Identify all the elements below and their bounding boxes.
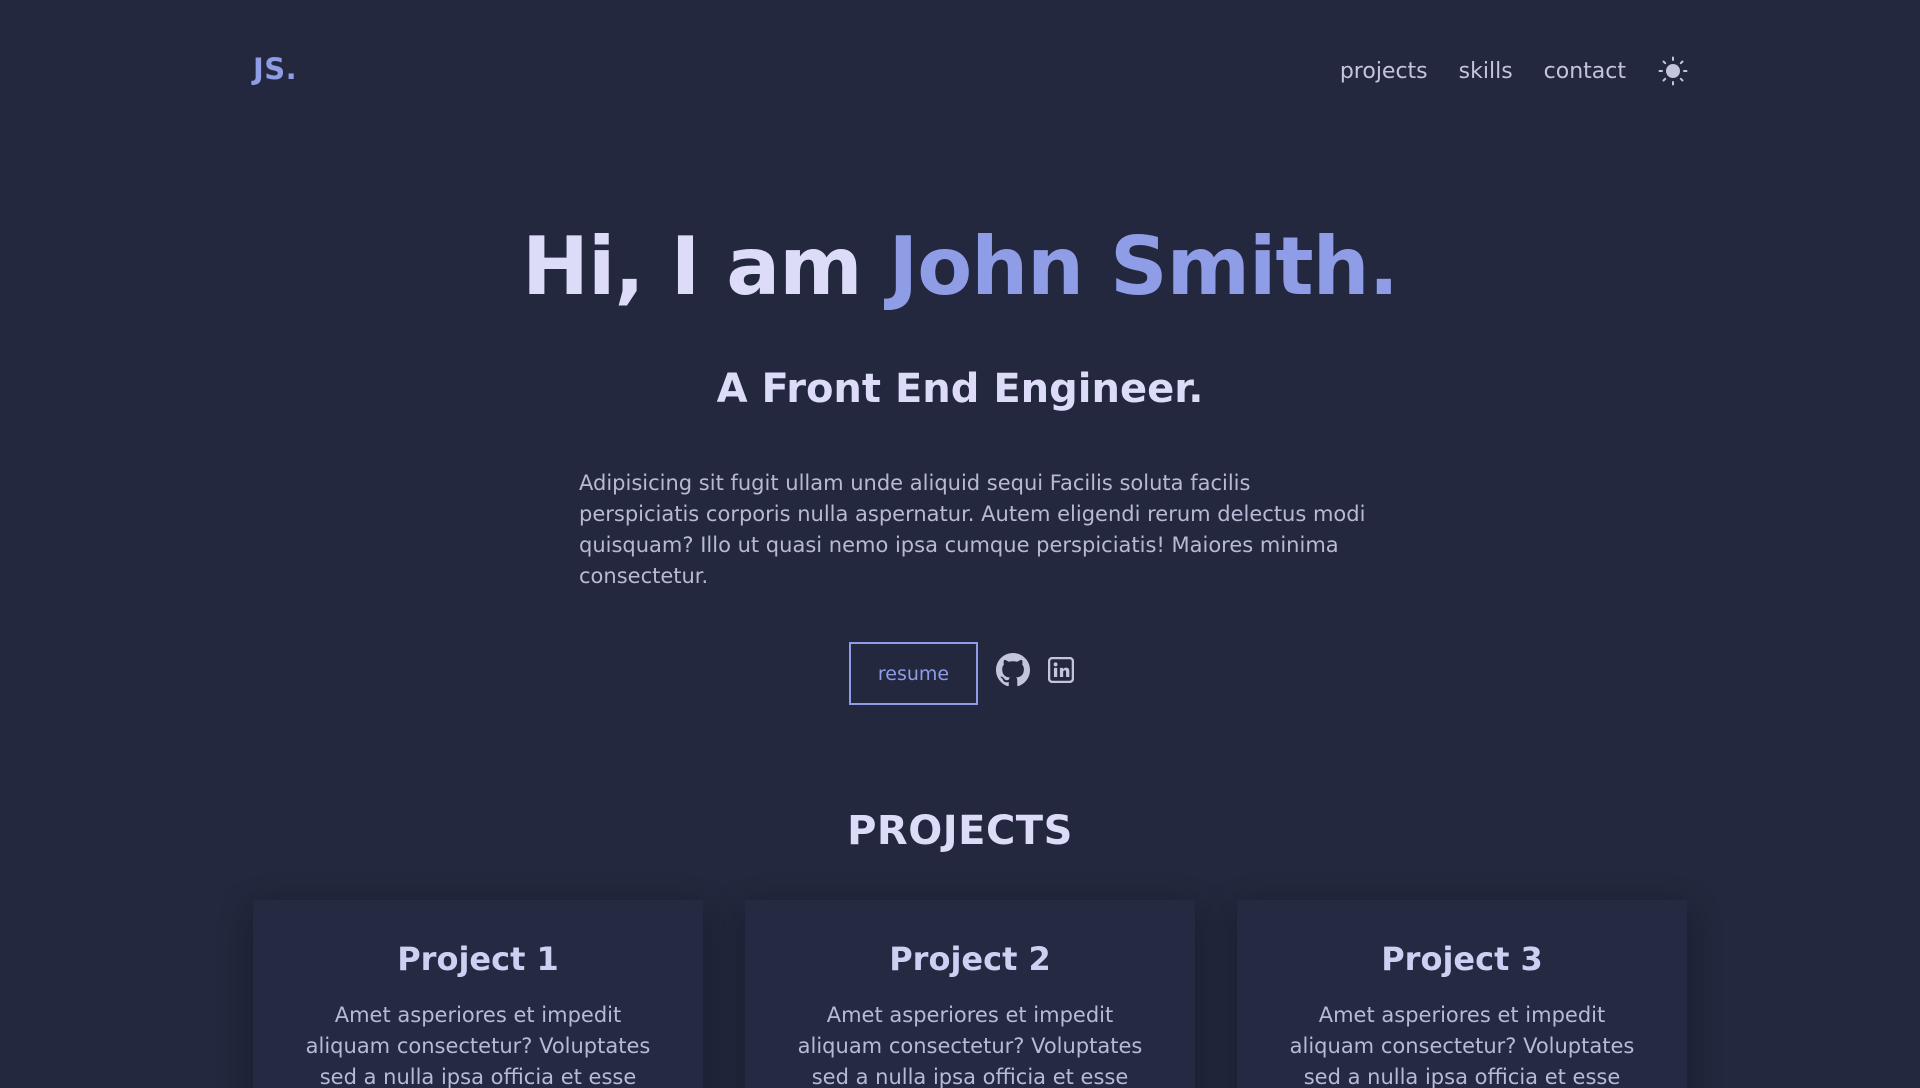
main-nav: projects skills contact — [1340, 56, 1688, 86]
project-title: Project 3 — [1381, 940, 1543, 978]
projects-heading: PROJECTS — [847, 808, 1073, 854]
hero-title: Hi, I am John Smith. — [0, 220, 1920, 313]
nav-link-projects[interactable]: projects — [1340, 59, 1428, 84]
project-card[interactable]: Project 1 Amet asperiores et impedit ali… — [253, 900, 703, 1088]
page: JS. projects skills contact Hi, I am Joh… — [0, 0, 1920, 1088]
project-description: Amet asperiores et impedit aliquam conse… — [305, 1003, 651, 1088]
project-description: Amet asperiores et impedit aliquam conse… — [1289, 1003, 1635, 1088]
nav-link-skills[interactable]: skills — [1459, 59, 1513, 84]
hero-subtitle: A Front End Engineer. — [716, 366, 1204, 412]
project-title: Project 2 — [889, 940, 1051, 978]
hero-actions: resume — [849, 642, 1078, 705]
project-title: Project 1 — [397, 940, 559, 978]
resume-button[interactable]: resume — [849, 642, 978, 705]
hero-description: Adipisicing sit fugit ullam unde aliquid… — [579, 471, 1366, 588]
linkedin-link[interactable] — [1044, 653, 1078, 687]
theme-toggle-button[interactable] — [1658, 56, 1688, 86]
sun-icon — [1658, 56, 1688, 86]
hero-name: John Smith. — [888, 220, 1398, 313]
project-card[interactable]: Project 3 Amet asperiores et impedit ali… — [1237, 900, 1687, 1088]
linkedin-icon — [1048, 656, 1074, 683]
project-description: Amet asperiores et impedit aliquam conse… — [797, 1003, 1143, 1088]
site-logo[interactable]: JS. — [253, 52, 297, 86]
github-icon — [996, 652, 1030, 686]
hero-greeting: Hi, I am — [522, 220, 889, 313]
github-link[interactable] — [996, 652, 1030, 687]
social-links — [996, 652, 1078, 687]
project-card[interactable]: Project 2 Amet asperiores et impedit ali… — [745, 900, 1195, 1088]
project-cards: Project 1 Amet asperiores et impedit ali… — [253, 900, 1687, 1088]
nav-link-contact[interactable]: contact — [1544, 59, 1626, 84]
